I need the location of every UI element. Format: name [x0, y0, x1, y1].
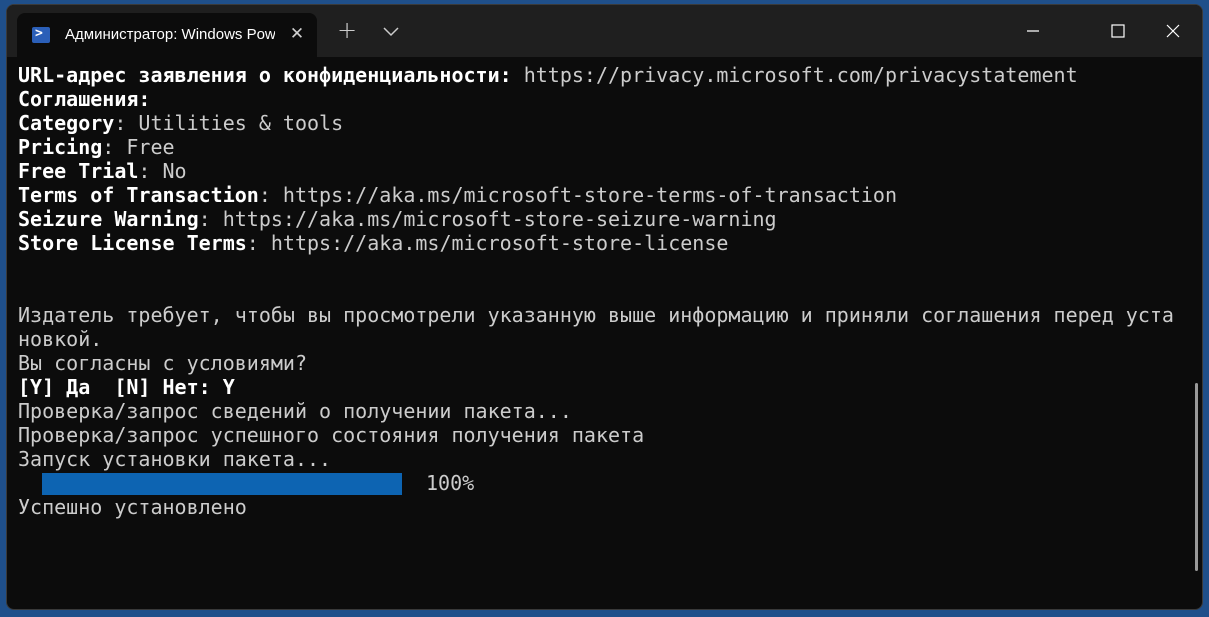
output-line: Издатель требует, чтобы вы просмотрели у… [18, 303, 1174, 327]
terminal-window: > Администратор: Windows Pow ✕ + URL-адр… [6, 4, 1203, 610]
output-line: Free Trial: No [18, 159, 187, 183]
output-line: Seizure Warning: https://aka.ms/microsof… [18, 207, 777, 231]
maximize-icon[interactable] [1095, 11, 1141, 51]
output-line: Соглашения: [18, 87, 151, 111]
progress-percent: 100% [426, 471, 475, 495]
output-line: Проверка/запрос сведений о получении пак… [18, 399, 572, 423]
plus-icon[interactable]: + [335, 18, 359, 43]
scrollbar-thumb[interactable] [1195, 383, 1198, 571]
close-icon[interactable]: ✕ [287, 24, 307, 44]
agree-prompt: [Y] Да [N] Нет: Y [18, 375, 235, 399]
powershell-icon: > [32, 26, 50, 43]
progress-fill [42, 473, 402, 495]
progress-row: 100% [18, 471, 1202, 495]
tab-powershell[interactable]: > Администратор: Windows Pow ✕ [17, 13, 317, 57]
tab-title: Администратор: Windows Pow [65, 26, 275, 43]
chevron-down-icon[interactable] [379, 19, 403, 43]
output-line: Вы согласны с условиями? [18, 351, 307, 375]
output-line: Pricing: Free [18, 135, 175, 159]
output-line: новкой. [18, 327, 103, 351]
output-line: Terms of Transaction: https://aka.ms/mic… [18, 183, 898, 207]
output-line: Store License Terms: https://aka.ms/micr… [18, 231, 729, 255]
close-icon[interactable] [1150, 11, 1196, 51]
output-line: Проверка/запрос успешного состояния полу… [18, 423, 645, 447]
progress-bar [42, 473, 402, 495]
minimize-icon[interactable] [1009, 11, 1055, 51]
success-message: Успешно установлено [18, 495, 247, 519]
title-bar: > Администратор: Windows Pow ✕ + [7, 5, 1202, 57]
output-line: URL-адрес заявления о конфиденциальности… [18, 63, 1078, 87]
terminal-output[interactable]: URL-адрес заявления о конфиденциальности… [7, 57, 1202, 609]
output-line: Category: Utilities & tools [18, 111, 344, 135]
output-line: Запуск установки пакета... [18, 447, 332, 471]
